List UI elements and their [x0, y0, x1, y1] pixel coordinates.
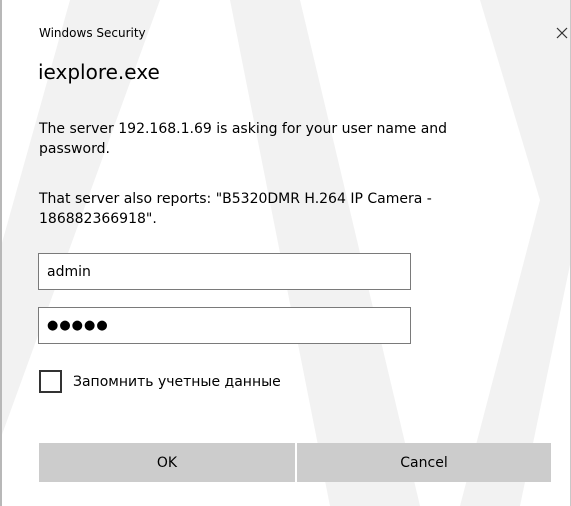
cancel-button[interactable]: Cancel	[297, 443, 551, 482]
remember-label: Запомнить учетные данные	[73, 373, 281, 390]
ok-button-label: OK	[156, 454, 178, 471]
cancel-button-label: Cancel	[400, 454, 448, 471]
server-prompt-text: The server 192.168.1.69 is asking for yo…	[39, 121, 448, 157]
dialog-header: Windows Security	[39, 26, 146, 40]
remember-checkbox[interactable]	[39, 370, 62, 393]
dialog-border-left	[0, 0, 2, 506]
close-button[interactable]	[553, 22, 571, 44]
remember-credentials-option[interactable]: Запомнить учетные данные	[39, 370, 281, 393]
username-value: admin	[47, 263, 91, 280]
server-report-text: That server also reports: "B5320DMR H.26…	[39, 191, 432, 227]
username-field[interactable]: admin	[38, 253, 411, 290]
ok-button[interactable]: OK	[39, 443, 295, 482]
close-icon	[556, 27, 568, 39]
password-masked-value: ●●●●●	[47, 318, 109, 333]
password-field[interactable]: ●●●●●	[38, 307, 411, 344]
app-title: iexplore.exe	[38, 60, 160, 84]
credential-dialog: Windows Security iexplore.exe The server…	[0, 0, 571, 506]
